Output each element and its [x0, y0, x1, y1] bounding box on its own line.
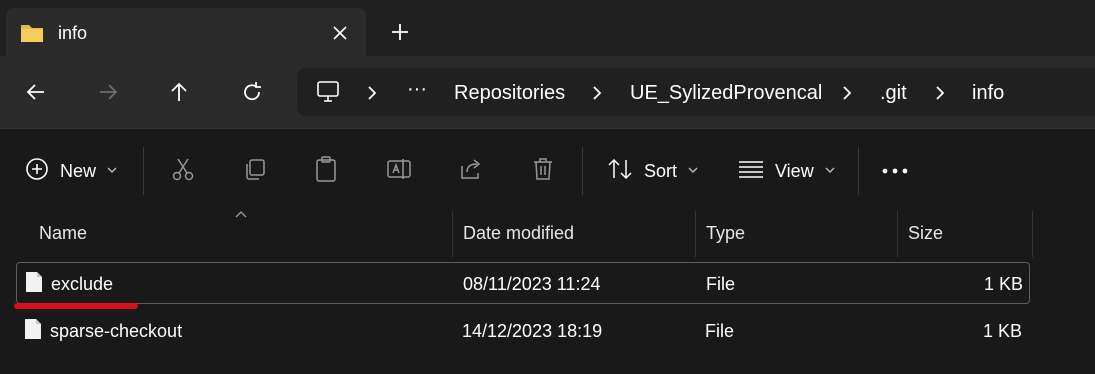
chevron-down-icon [106, 162, 118, 180]
file-size: 1 KB [983, 274, 1023, 294]
sort-label: Sort [644, 160, 678, 181]
column-header-type[interactable]: Type [706, 223, 745, 244]
file-date: 14/12/2023 18:19 [462, 321, 603, 341]
chevron-right-icon[interactable] [840, 83, 854, 108]
breadcrumb-git[interactable]: .git [880, 81, 907, 105]
new-button[interactable]: New [24, 157, 118, 185]
column-divider[interactable] [897, 211, 898, 257]
copy-button[interactable] [242, 157, 268, 185]
view-label: View [775, 160, 814, 181]
computer-icon[interactable] [315, 80, 341, 109]
plus-circle-icon [24, 156, 50, 187]
back-arrow-icon[interactable] [22, 78, 50, 106]
column-divider[interactable] [695, 211, 696, 257]
scissors-icon [170, 156, 196, 187]
view-button[interactable]: View [737, 157, 836, 185]
navigation-bar: ··· Repositories UE_SylizedProvencal .gi… [0, 56, 1095, 128]
new-label: New [60, 160, 97, 181]
tab-info[interactable]: info [6, 8, 366, 56]
file-row-exclude[interactable]: exclude 08/11/2023 11:24 File 1 KB [16, 262, 1030, 304]
copy-icon [242, 156, 268, 187]
more-options-button[interactable] [881, 157, 909, 185]
toolbar-divider [582, 147, 583, 195]
paste-button[interactable] [313, 155, 339, 188]
file-row-sparse-checkout[interactable]: sparse-checkout 14/12/2023 18:19 File 1 … [16, 310, 1028, 350]
chevron-right-icon[interactable] [933, 83, 947, 108]
sort-icon [606, 156, 634, 187]
breadcrumb-repositories[interactable]: Repositories [454, 81, 565, 105]
column-header-size[interactable]: Size [908, 223, 943, 244]
address-bar[interactable]: ··· Repositories UE_SylizedProvencal .gi… [297, 68, 1095, 116]
view-list-icon [737, 157, 765, 186]
chevron-right-icon[interactable] [590, 83, 604, 108]
file-date: 08/11/2023 11:24 [463, 274, 601, 294]
file-name: exclude [51, 274, 114, 294]
more-dots-icon [881, 162, 909, 180]
chevron-down-icon [824, 162, 836, 180]
toolbar-divider [858, 147, 859, 195]
file-name: sparse-checkout [50, 321, 183, 341]
rename-button[interactable] [385, 157, 413, 185]
new-tab-icon[interactable] [388, 20, 412, 44]
rename-icon [385, 156, 413, 187]
red-underline-annotation [14, 303, 138, 309]
command-bar: New Sort View [0, 128, 1095, 211]
forward-arrow-icon[interactable] [94, 78, 122, 106]
cut-button[interactable] [170, 157, 196, 185]
column-header-name[interactable]: Name [39, 223, 87, 244]
column-header-row: Name Date modified Type Size [0, 211, 1095, 257]
close-tab-icon[interactable] [329, 22, 351, 44]
breadcrumb-info[interactable]: info [972, 81, 1004, 105]
share-icon [458, 156, 484, 187]
chevron-right-icon[interactable] [365, 83, 379, 108]
column-divider[interactable] [452, 211, 453, 257]
column-header-date[interactable]: Date modified [463, 223, 574, 244]
trash-icon [530, 156, 556, 187]
file-icon [25, 271, 43, 298]
toolbar-divider [143, 147, 144, 195]
delete-button[interactable] [530, 157, 556, 185]
up-arrow-icon[interactable] [165, 78, 193, 106]
tab-title: info [58, 23, 88, 43]
breadcrumb-project[interactable]: UE_SylizedProvencal [630, 81, 822, 105]
file-icon [24, 318, 42, 345]
folder-icon [20, 22, 44, 49]
breadcrumb-overflow[interactable]: ··· [407, 77, 427, 101]
title-bar: info [0, 0, 1095, 56]
file-size: 1 KB [982, 321, 1022, 341]
refresh-icon[interactable] [238, 78, 266, 106]
file-type: File [706, 274, 736, 294]
sort-button[interactable]: Sort [606, 157, 699, 185]
share-button[interactable] [458, 157, 484, 185]
clipboard-icon [313, 155, 339, 188]
file-type: File [705, 321, 735, 341]
column-divider[interactable] [1032, 211, 1033, 257]
chevron-down-icon [687, 162, 699, 180]
